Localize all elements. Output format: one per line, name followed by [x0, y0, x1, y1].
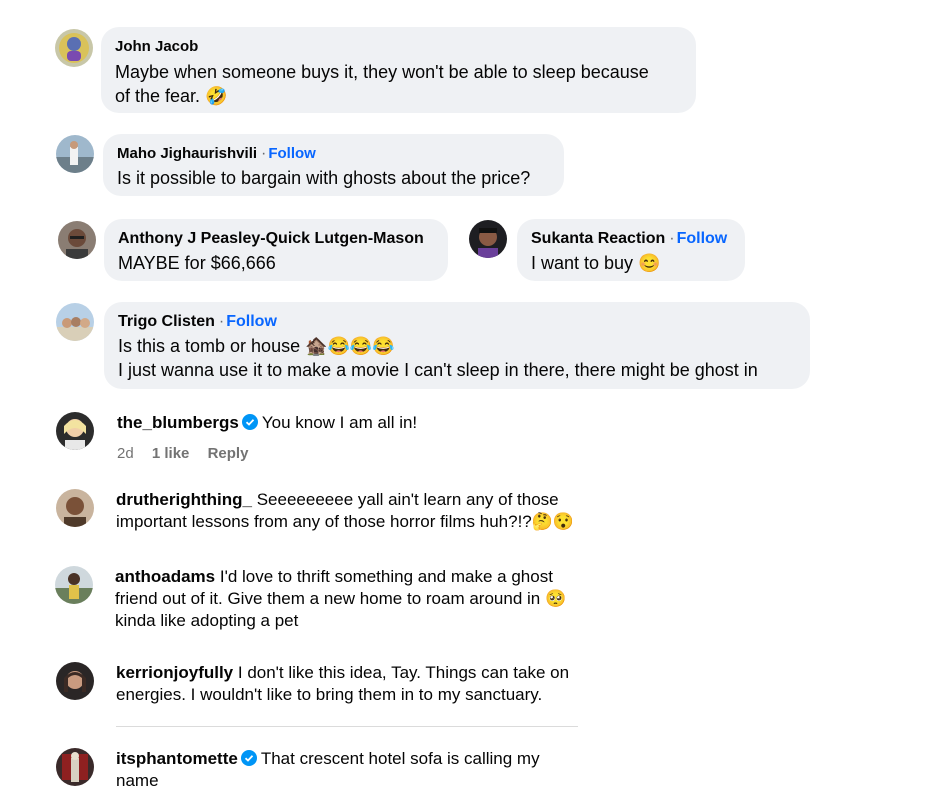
comment-text-line-2: I just wanna use it to make a movie I ca… — [118, 360, 758, 380]
avatar-the-blumbergs[interactable] — [56, 412, 94, 450]
ig-comment-text-line-2: energies. I wouldn't like to bring them … — [116, 685, 543, 704]
comment-bubble: Trigo Clisten · Follow Is this a tomb or h… — [104, 302, 810, 389]
ig-username[interactable]: anthoadams — [115, 567, 215, 586]
follow-button[interactable]: Follow — [677, 230, 728, 247]
commenter-name[interactable]: Maho Jighaurishvili — [117, 145, 257, 162]
comment-bubble: Sukanta Reaction · Follow I want to buy 😊 — [517, 219, 745, 281]
commenter-name[interactable]: Trigo Clisten — [118, 313, 215, 330]
commenter-name[interactable]: John Jacob — [115, 38, 198, 55]
avatar-sukanta[interactable] — [469, 220, 507, 258]
verified-badge-icon — [240, 750, 257, 766]
comment-text-line-2: of the fear. 🤣 — [115, 86, 228, 106]
comment-bubble: Maho Jighaurishvili · Follow Is it possibl… — [103, 134, 564, 196]
ig-comment-text: That crescent hotel sofa is calling my — [260, 749, 540, 768]
follow-button[interactable]: Follow — [226, 313, 277, 330]
ig-comment: kerrionjoyfully I don't like this idea, … — [116, 662, 816, 706]
ig-comment-text: I don't like this idea, Tay. Things can … — [237, 663, 570, 682]
avatar-drutherighthing[interactable] — [56, 489, 94, 527]
ig-comment-text: I'd love to thrift something and make a … — [219, 567, 553, 586]
ig-comment-text: You know I am all in! — [261, 413, 418, 432]
separator-dot: · — [669, 230, 675, 247]
reply-button[interactable]: Reply — [208, 445, 249, 462]
ig-comment: the_blumbergs You know I am all in! — [117, 412, 817, 434]
ig-comment-text-line-2: name — [116, 771, 159, 790]
ig-username[interactable]: the_blumbergs — [117, 413, 239, 432]
avatar-anthony[interactable] — [58, 221, 96, 259]
ig-username[interactable]: kerrionjoyfully — [116, 663, 233, 682]
ig-comment-text: Seeeeeeeee yall ain't learn any of those — [256, 490, 559, 509]
ig-comment: itsphantomette That crescent hotel sofa i… — [116, 748, 816, 792]
ig-comment: anthoadams I'd love to thrift something … — [115, 566, 815, 632]
ig-comment-text-line-2: friend out of it. Give them a new home t… — [115, 589, 567, 608]
commenter-name[interactable]: Sukanta Reaction — [531, 230, 665, 247]
avatar-trigo[interactable] — [56, 303, 94, 341]
avatar-maho[interactable] — [56, 135, 94, 173]
likes-count[interactable]: 1 like — [152, 445, 190, 462]
separator-dot: · — [218, 313, 225, 330]
comment-bubble: John Jacob Maybe when someone buys it, t… — [101, 27, 696, 113]
follow-button[interactable]: Follow — [268, 145, 316, 162]
ig-username[interactable]: drutherighthing_ — [116, 490, 252, 509]
ig-comment: drutherighthing_ Seeeeeeeee yall ain't l… — [116, 489, 816, 533]
comment-text: Is this a tomb or house 🏚️😂😂😂 — [118, 336, 395, 356]
ig-comment-text-line-2: important lessons from any of those horr… — [116, 512, 575, 531]
divider — [116, 726, 578, 727]
ig-comment-text-line-3: kinda like adopting a pet — [115, 611, 299, 630]
verified-badge-icon — [241, 414, 258, 430]
ig-comment-meta: 2d 1 like Reply — [117, 445, 262, 462]
comment-text: Is it possible to bargain with ghosts ab… — [117, 168, 531, 188]
avatar-anthoadams[interactable] — [55, 566, 93, 604]
avatar-john-jacob[interactable] — [55, 29, 93, 67]
comment-text: MAYBE for $66,666 — [118, 253, 276, 273]
ig-username[interactable]: itsphantomette — [116, 749, 238, 768]
comment-text: I want to buy 😊 — [531, 253, 661, 273]
comment-bubble: Anthony J Peasley-Quick Lutgen-Mason MAY… — [104, 219, 448, 281]
comment-text: Maybe when someone buys it, they won't b… — [115, 62, 649, 82]
avatar-kerrionjoyfully[interactable] — [56, 662, 94, 700]
commenter-name[interactable]: Anthony J Peasley-Quick Lutgen-Mason — [118, 230, 424, 247]
separator-dot: · — [261, 145, 267, 162]
avatar-itsphantomette[interactable] — [56, 748, 94, 786]
comment-time: 2d — [117, 445, 134, 462]
